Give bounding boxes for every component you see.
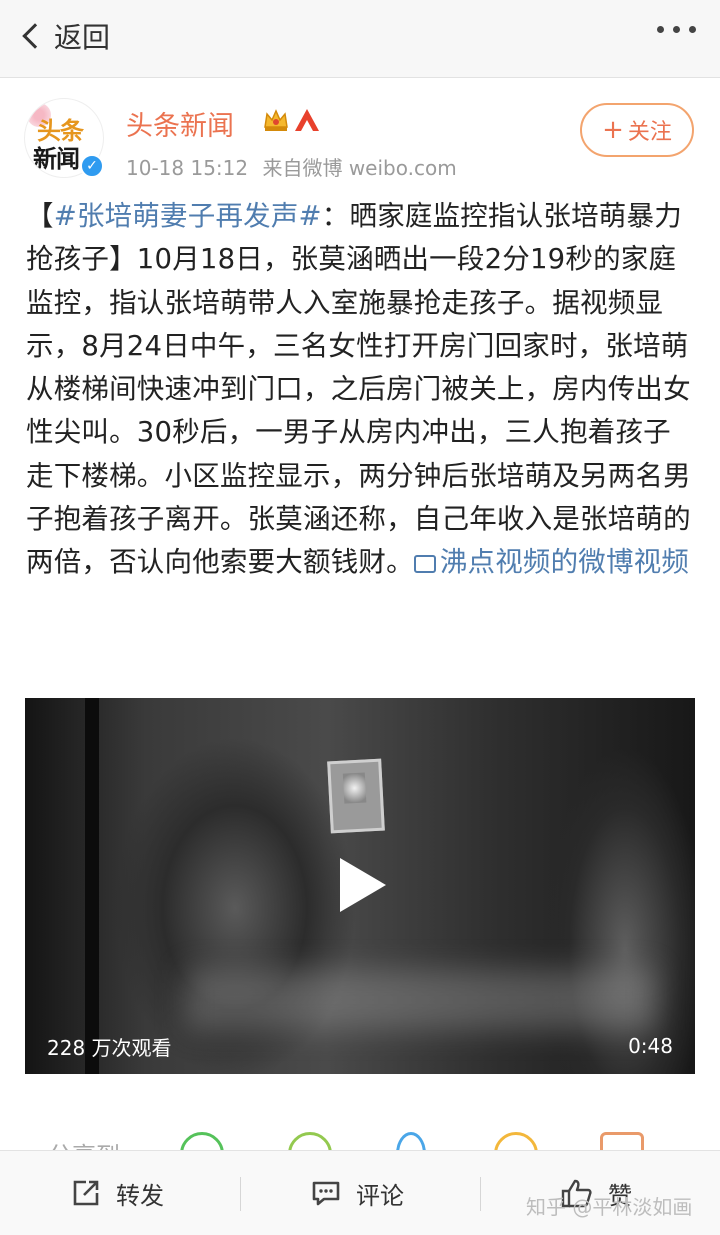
repost-button[interactable]: 转发 [70, 1171, 164, 1215]
post-bracket-open: 【 [26, 200, 54, 232]
video-player[interactable]: 228 万次观看 0:48 [25, 698, 695, 1074]
back-button[interactable]: 返回 [18, 14, 110, 58]
repost-icon [73, 1180, 99, 1206]
post-text: 【#张培萌妻子再发声#：晒家庭监控指认张培萌暴力抢孩子】10月18日，张莫涵晒出… [26, 195, 696, 585]
more-options-button[interactable] [657, 26, 696, 33]
post-source: 来自微博 weibo.com [262, 156, 457, 180]
repost-label: 转发 [116, 1181, 164, 1210]
video-duration: 0:48 [628, 1034, 673, 1058]
comment-icon [312, 1181, 340, 1206]
watermark-text: 知乎 @平林淡如画 [526, 1195, 693, 1219]
verified-badge-icon: ✓ [80, 154, 104, 178]
follow-button[interactable]: + 关注 [580, 103, 694, 157]
hashtag-link[interactable]: #张培萌妻子再发声# [54, 200, 322, 232]
crown-badge-icon[interactable] [262, 107, 290, 133]
more-dots-icon [689, 26, 696, 33]
author-name[interactable]: 头条新闻 [126, 104, 234, 143]
more-dots-icon [657, 26, 664, 33]
more-dots-icon [673, 26, 680, 33]
divider [480, 1177, 481, 1211]
comment-label: 评论 [356, 1181, 404, 1210]
top-navigation-bar: 返回 [0, 0, 720, 78]
video-door-shadow [85, 698, 99, 1074]
video-view-count: 228 万次观看 [47, 1036, 172, 1060]
video-blurred-caption [185, 970, 655, 1030]
follow-label: 关注 [627, 120, 672, 145]
comment-button[interactable]: 评论 [310, 1171, 404, 1215]
divider [240, 1177, 241, 1211]
play-icon[interactable] [340, 858, 386, 912]
post-meta: 10-18 15:12 来自微博 weibo.com [126, 152, 465, 181]
bottom-action-bar: 转发 评论 赞 知乎 @平林淡如画 [0, 1150, 720, 1235]
video-source-label: 沸点视频的微博视频 [439, 546, 690, 579]
plus-icon: + [602, 115, 624, 145]
post-time: 10-18 15:12 [126, 156, 249, 180]
vip-badge-icon[interactable] [293, 107, 321, 133]
back-label: 返回 [54, 21, 111, 54]
avatar-logo-text-bottom: 新闻 [33, 145, 80, 173]
video-source-link[interactable]: 沸点视频的微博视频 [413, 546, 690, 579]
video-wall-poster [327, 758, 385, 834]
post-body: ：晒家庭监控指认张培萌暴力抢孩子】10月18日，张莫涵晒出一段2分19秒的家庭监… [26, 200, 691, 579]
video-link-icon [413, 555, 436, 574]
chevron-left-icon [22, 23, 48, 49]
